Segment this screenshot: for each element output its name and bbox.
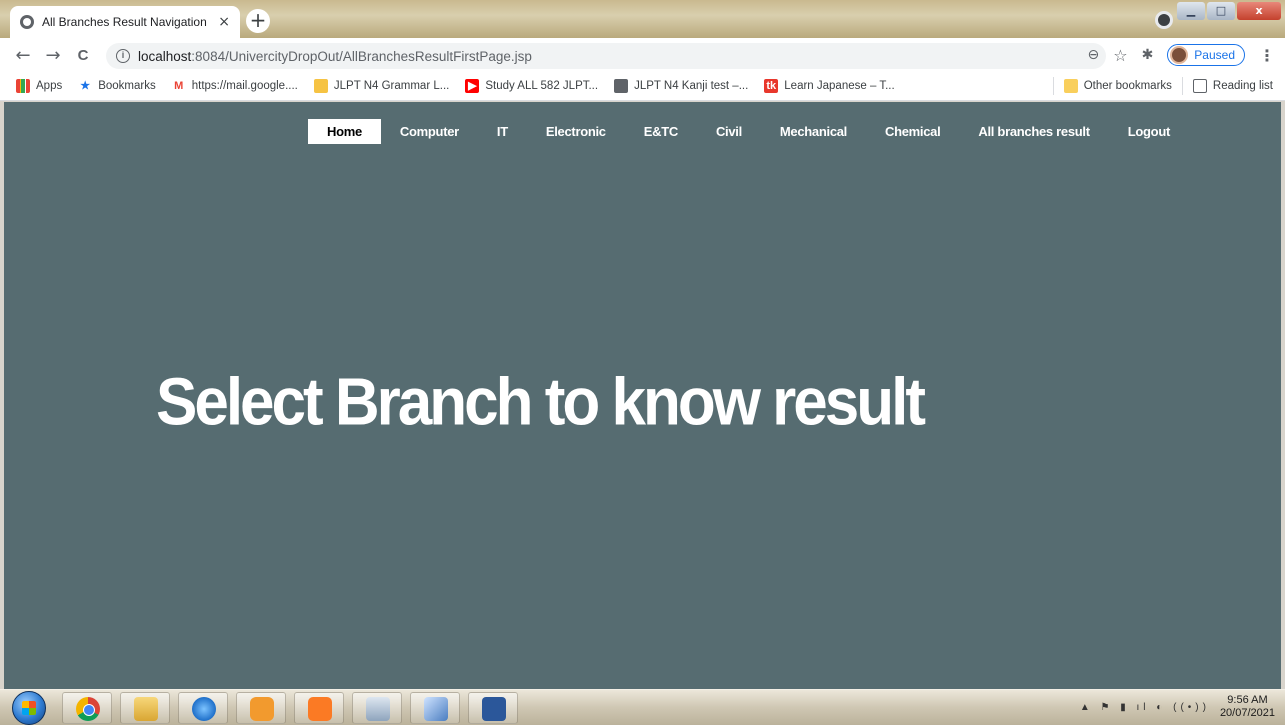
taskbar-word-icon[interactable]: [468, 692, 518, 724]
minimize-button[interactable]: ▁: [1177, 2, 1205, 20]
divider: [1052, 77, 1054, 95]
nav-electronic[interactable]: Electronic: [527, 119, 625, 144]
browser-tab-strip: All Branches Result Navigation × + ▁ □ x: [0, 0, 1285, 38]
other-bookmarks[interactable]: Other bookmarks: [1063, 79, 1172, 93]
globe-icon: [614, 79, 629, 93]
bookmarks-right: Other bookmarks Reading list: [1043, 77, 1273, 95]
tab-title: All Branches Result Navigation: [42, 15, 207, 29]
bookmark-study-jlpt[interactable]: ▶ Study ALL 582 JLPT...: [465, 79, 598, 93]
page-content: Home Computer IT Electronic E&TC Civil M…: [4, 102, 1281, 689]
paused-label: Paused: [1194, 48, 1235, 62]
taskbar-chrome-icon[interactable]: [62, 692, 112, 724]
windows-taskbar: ▲ ⚑ ▮ ıl ◐ ((•)) 9:56 AM 20/07/2021: [0, 689, 1285, 725]
address-bar[interactable]: i localhost:8084/UnivercityDropOut/AllBr…: [106, 43, 1106, 69]
globe-favicon-icon: [20, 15, 34, 29]
reading-list[interactable]: Reading list: [1192, 79, 1273, 93]
browser-toolbar: ← → C i localhost:8084/UnivercityDropOut…: [0, 38, 1285, 72]
maximize-button[interactable]: □: [1207, 2, 1235, 20]
tab-close-icon[interactable]: ×: [218, 14, 230, 30]
reading-list-label: Reading list: [1212, 80, 1273, 92]
bookmark-label: Learn Japanese – T...: [784, 80, 895, 92]
star-icon: ★: [80, 80, 91, 92]
bookmark-gmail[interactable]: M https://mail.google....: [172, 79, 298, 93]
nav-all-branches-result[interactable]: All branches result: [959, 119, 1108, 144]
clock-date: 20/07/2021: [1219, 707, 1275, 719]
bookmark-bookmarks[interactable]: ★ Bookmarks: [78, 79, 156, 93]
bookmark-label: Bookmarks: [98, 80, 156, 92]
divider: [1181, 77, 1183, 95]
taskbar-xampp-icon[interactable]: [294, 692, 344, 724]
nav-home[interactable]: Home: [308, 119, 381, 144]
extensions-icon[interactable]: ✱: [1142, 47, 1154, 63]
bookmark-jlpt-grammar[interactable]: JLPT N4 Grammar L...: [313, 79, 450, 93]
bookmark-label: Study ALL 582 JLPT...: [485, 80, 599, 92]
bookmark-label: https://mail.google....: [191, 80, 298, 92]
gmail-icon: M: [174, 80, 184, 92]
browser-tab[interactable]: All Branches Result Navigation ×: [10, 6, 240, 38]
bookmarks-bar: Apps ★ Bookmarks M https://mail.google..…: [0, 72, 1285, 101]
bookmark-star-icon[interactable]: ☆: [1113, 46, 1127, 65]
page-heading: Select Branch to know result: [156, 365, 926, 440]
back-button[interactable]: ←: [8, 45, 38, 66]
bookmark-apps[interactable]: Apps: [16, 79, 62, 93]
bookmark-learn-japanese[interactable]: tk Learn Japanese – T...: [764, 79, 895, 93]
folder-icon: [1063, 79, 1078, 93]
window-controls: ▁ □ x: [1177, 2, 1281, 20]
nav-logout[interactable]: Logout: [1109, 119, 1189, 144]
start-button-icon[interactable]: [12, 691, 46, 725]
nav-chemical[interactable]: Chemical: [866, 119, 959, 144]
profile-paused-button[interactable]: Paused: [1167, 44, 1245, 66]
forward-button[interactable]: →: [38, 45, 68, 66]
site-info-icon[interactable]: i: [116, 49, 130, 63]
nav-civil[interactable]: Civil: [697, 119, 761, 144]
tk-icon: tk: [764, 79, 779, 93]
new-tab-button[interactable]: +: [246, 9, 270, 33]
reading-list-icon: [1192, 79, 1207, 93]
url-path: :8084/UnivercityDropOut/AllBranchesResul…: [191, 48, 532, 64]
close-window-button[interactable]: x: [1237, 2, 1281, 20]
bookmark-label: JLPT N4 Grammar L...: [333, 80, 450, 92]
nav-computer[interactable]: Computer: [381, 119, 478, 144]
taskbar-explorer-icon[interactable]: [120, 692, 170, 724]
system-tray: ▲ ⚑ ▮ ıl ◐ ((•)) 9:56 AM 20/07/2021: [1080, 694, 1275, 720]
bookmark-kanji-test[interactable]: JLPT N4 Kanji test –...: [614, 79, 748, 93]
tray-icons[interactable]: ▲ ⚑ ▮ ıl ◐ ((•)): [1080, 702, 1210, 713]
url-host: localhost: [138, 48, 192, 64]
jlpt-icon: [313, 79, 328, 93]
avatar: [1170, 46, 1189, 64]
clock-time: 9:56 AM: [1227, 694, 1268, 706]
zoom-icon[interactable]: ⊖: [1087, 47, 1099, 63]
nav-it[interactable]: IT: [478, 119, 527, 144]
branch-nav: Home Computer IT Electronic E&TC Civil M…: [308, 119, 1189, 144]
other-bookmarks-label: Other bookmarks: [1083, 80, 1172, 92]
menu-icon[interactable]: ⋮: [1259, 46, 1275, 65]
apps-grid-icon: [16, 79, 30, 93]
youtube-icon: ▶: [465, 79, 480, 93]
toolbar-right: ⊖ ☆ ✱ Paused ⋮: [1087, 44, 1275, 66]
profile-menu-icon[interactable]: [1155, 11, 1173, 29]
taskbar-calculator-icon[interactable]: [352, 692, 402, 724]
taskbar-internet-explorer-icon[interactable]: [178, 692, 228, 724]
taskbar-media-player-icon[interactable]: [236, 692, 286, 724]
taskbar-virtualbox-icon[interactable]: [410, 692, 460, 724]
bookmark-label: Apps: [36, 80, 63, 92]
bookmark-label: JLPT N4 Kanji test –...: [634, 80, 749, 92]
reload-button[interactable]: C: [68, 47, 98, 64]
clock[interactable]: 9:56 AM 20/07/2021: [1220, 694, 1275, 720]
nav-entc[interactable]: E&TC: [625, 119, 697, 144]
nav-mechanical[interactable]: Mechanical: [761, 119, 866, 144]
